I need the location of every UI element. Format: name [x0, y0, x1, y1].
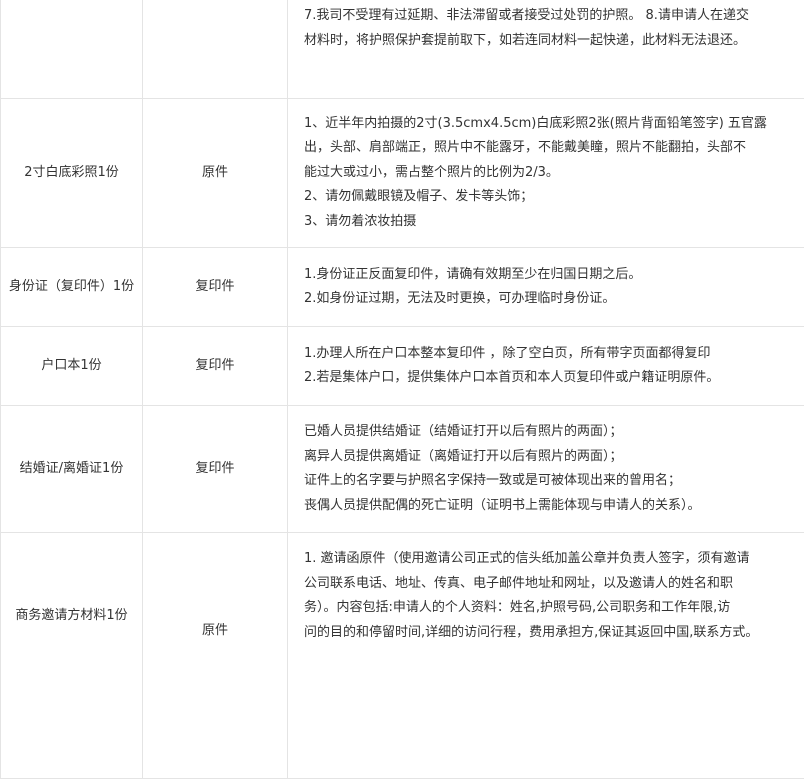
material-type: 复印件 [195, 461, 234, 476]
material-type-cell: 复印件 [143, 327, 288, 406]
requirement-line: 1.办理人所在户口本整本复印件 ，除了空白页，所有带字页面都得复印 [304, 342, 800, 367]
requirement-line: 1、近半年内拍摄的2寸(3.5cmx4.5cm)白底彩照2张(照片背面铅笔签字)… [304, 112, 800, 137]
material-name-cell [1, 0, 143, 99]
requirement-line: 7.我司不受理有过延期、非法滞留或者接受过处罚的护照。 8.请申请人在递交 [304, 4, 800, 29]
requirement-cell: 1.办理人所在户口本整本复印件 ，除了空白页，所有带字页面都得复印 2.若是集体… [288, 327, 804, 406]
material-name-cell: 结婚证/离婚证1份 [1, 406, 143, 533]
material-type-cell: 原件 [143, 533, 288, 779]
material-name-cell: 2寸白底彩照1份 [1, 99, 143, 248]
material-name: 2寸白底彩照1份 [24, 165, 119, 180]
material-name-cell: 身份证（复印件）1份 [1, 248, 143, 327]
material-type: 复印件 [195, 358, 234, 373]
requirement-line: 2、请勿佩戴眼镜及帽子、发卡等头饰； [304, 185, 800, 210]
material-type-cell: 复印件 [143, 248, 288, 327]
table-row: 商务邀请方材料1份 原件 1. 邀请函原件（使用邀请公司正式的信头纸加盖公章并负… [1, 533, 804, 779]
requirement-line: 3、请勿着浓妆拍摄 [304, 210, 800, 235]
material-type-cell: 复印件 [143, 406, 288, 533]
material-type-cell [143, 0, 288, 99]
table-row: 户口本1份 复印件 1.办理人所在户口本整本复印件 ，除了空白页，所有带字页面都… [1, 327, 804, 406]
material-name-cell: 户口本1份 [1, 327, 143, 406]
requirement-cell: 7.我司不受理有过延期、非法滞留或者接受过处罚的护照。 8.请申请人在递交 材料… [288, 0, 804, 99]
material-type: 原件 [202, 623, 228, 638]
materials-table: 7.我司不受理有过延期、非法滞留或者接受过处罚的护照。 8.请申请人在递交 材料… [0, 0, 804, 779]
requirement-line: 1.身份证正反面复印件，请确有效期至少在归国日期之后。 [304, 263, 800, 288]
requirement-cell: 1. 邀请函原件（使用邀请公司正式的信头纸加盖公章并负责人签字，须有邀请 公司联… [288, 533, 804, 779]
material-name: 商务邀请方材料1份 [15, 608, 127, 623]
requirement-line: 离异人员提供离婚证（离婚证打开以后有照片的两面）； [304, 445, 800, 470]
material-name-cell: 商务邀请方材料1份 [1, 533, 143, 779]
table-row: 2寸白底彩照1份 原件 1、近半年内拍摄的2寸(3.5cmx4.5cm)白底彩照… [1, 99, 804, 248]
material-type: 复印件 [195, 279, 234, 294]
requirement-line: 公司联系电话、地址、传真、电子邮件地址和网址，以及邀请人的姓名和职 [304, 572, 800, 597]
requirement-cell: 1、近半年内拍摄的2寸(3.5cmx4.5cm)白底彩照2张(照片背面铅笔签字)… [288, 99, 804, 248]
requirement-line: 1. 邀请函原件（使用邀请公司正式的信头纸加盖公章并负责人签字，须有邀请 [304, 547, 800, 572]
table-row: 结婚证/离婚证1份 复印件 已婚人员提供结婚证（结婚证打开以后有照片的两面）； … [1, 406, 804, 533]
material-name: 身份证（复印件）1份 [9, 279, 134, 294]
table-row: 身份证（复印件）1份 复印件 1.身份证正反面复印件，请确有效期至少在归国日期之… [1, 248, 804, 327]
requirement-line: 问的目的和停留时间,详细的访问行程，费用承担方,保证其返回中国,联系方式。 [304, 621, 800, 646]
requirement-line: 2.若是集体户口，提供集体户口本首页和本人页复印件或户籍证明原件。 [304, 366, 800, 391]
requirement-line: 务）。内容包括:申请人的个人资料：姓名,护照号码,公司职务和工作年限,访 [304, 596, 800, 621]
material-type: 原件 [202, 165, 228, 180]
requirement-line: 已婚人员提供结婚证（结婚证打开以后有照片的两面）； [304, 420, 800, 445]
requirement-cell: 1.身份证正反面复印件，请确有效期至少在归国日期之后。 2.如身份证过期，无法及… [288, 248, 804, 327]
material-type-cell: 原件 [143, 99, 288, 248]
requirement-line: 能过大或过小，需占整个照片的比例为2/3。 [304, 161, 800, 186]
requirement-line: 材料时，将护照保护套提前取下，如若连同材料一起快递，此材料无法退还。 [304, 29, 800, 54]
material-name: 结婚证/离婚证1份 [20, 461, 124, 476]
requirement-line: 证件上的名字要与护照名字保持一致或是可被体现出来的曾用名； [304, 469, 800, 494]
requirement-line: 丧偶人员提供配偶的死亡证明（证明书上需能体现与申请人的关系）。 [304, 494, 800, 519]
requirement-line: 出，头部、肩部端正，照片中不能露牙，不能戴美瞳，照片不能翻拍，头部不 [304, 136, 800, 161]
material-name: 户口本1份 [41, 358, 101, 373]
table-row: 7.我司不受理有过延期、非法滞留或者接受过处罚的护照。 8.请申请人在递交 材料… [1, 0, 804, 99]
requirement-cell: 已婚人员提供结婚证（结婚证打开以后有照片的两面）； 离异人员提供离婚证（离婚证打… [288, 406, 804, 533]
requirement-line: 2.如身份证过期，无法及时更换，可办理临时身份证。 [304, 287, 800, 312]
